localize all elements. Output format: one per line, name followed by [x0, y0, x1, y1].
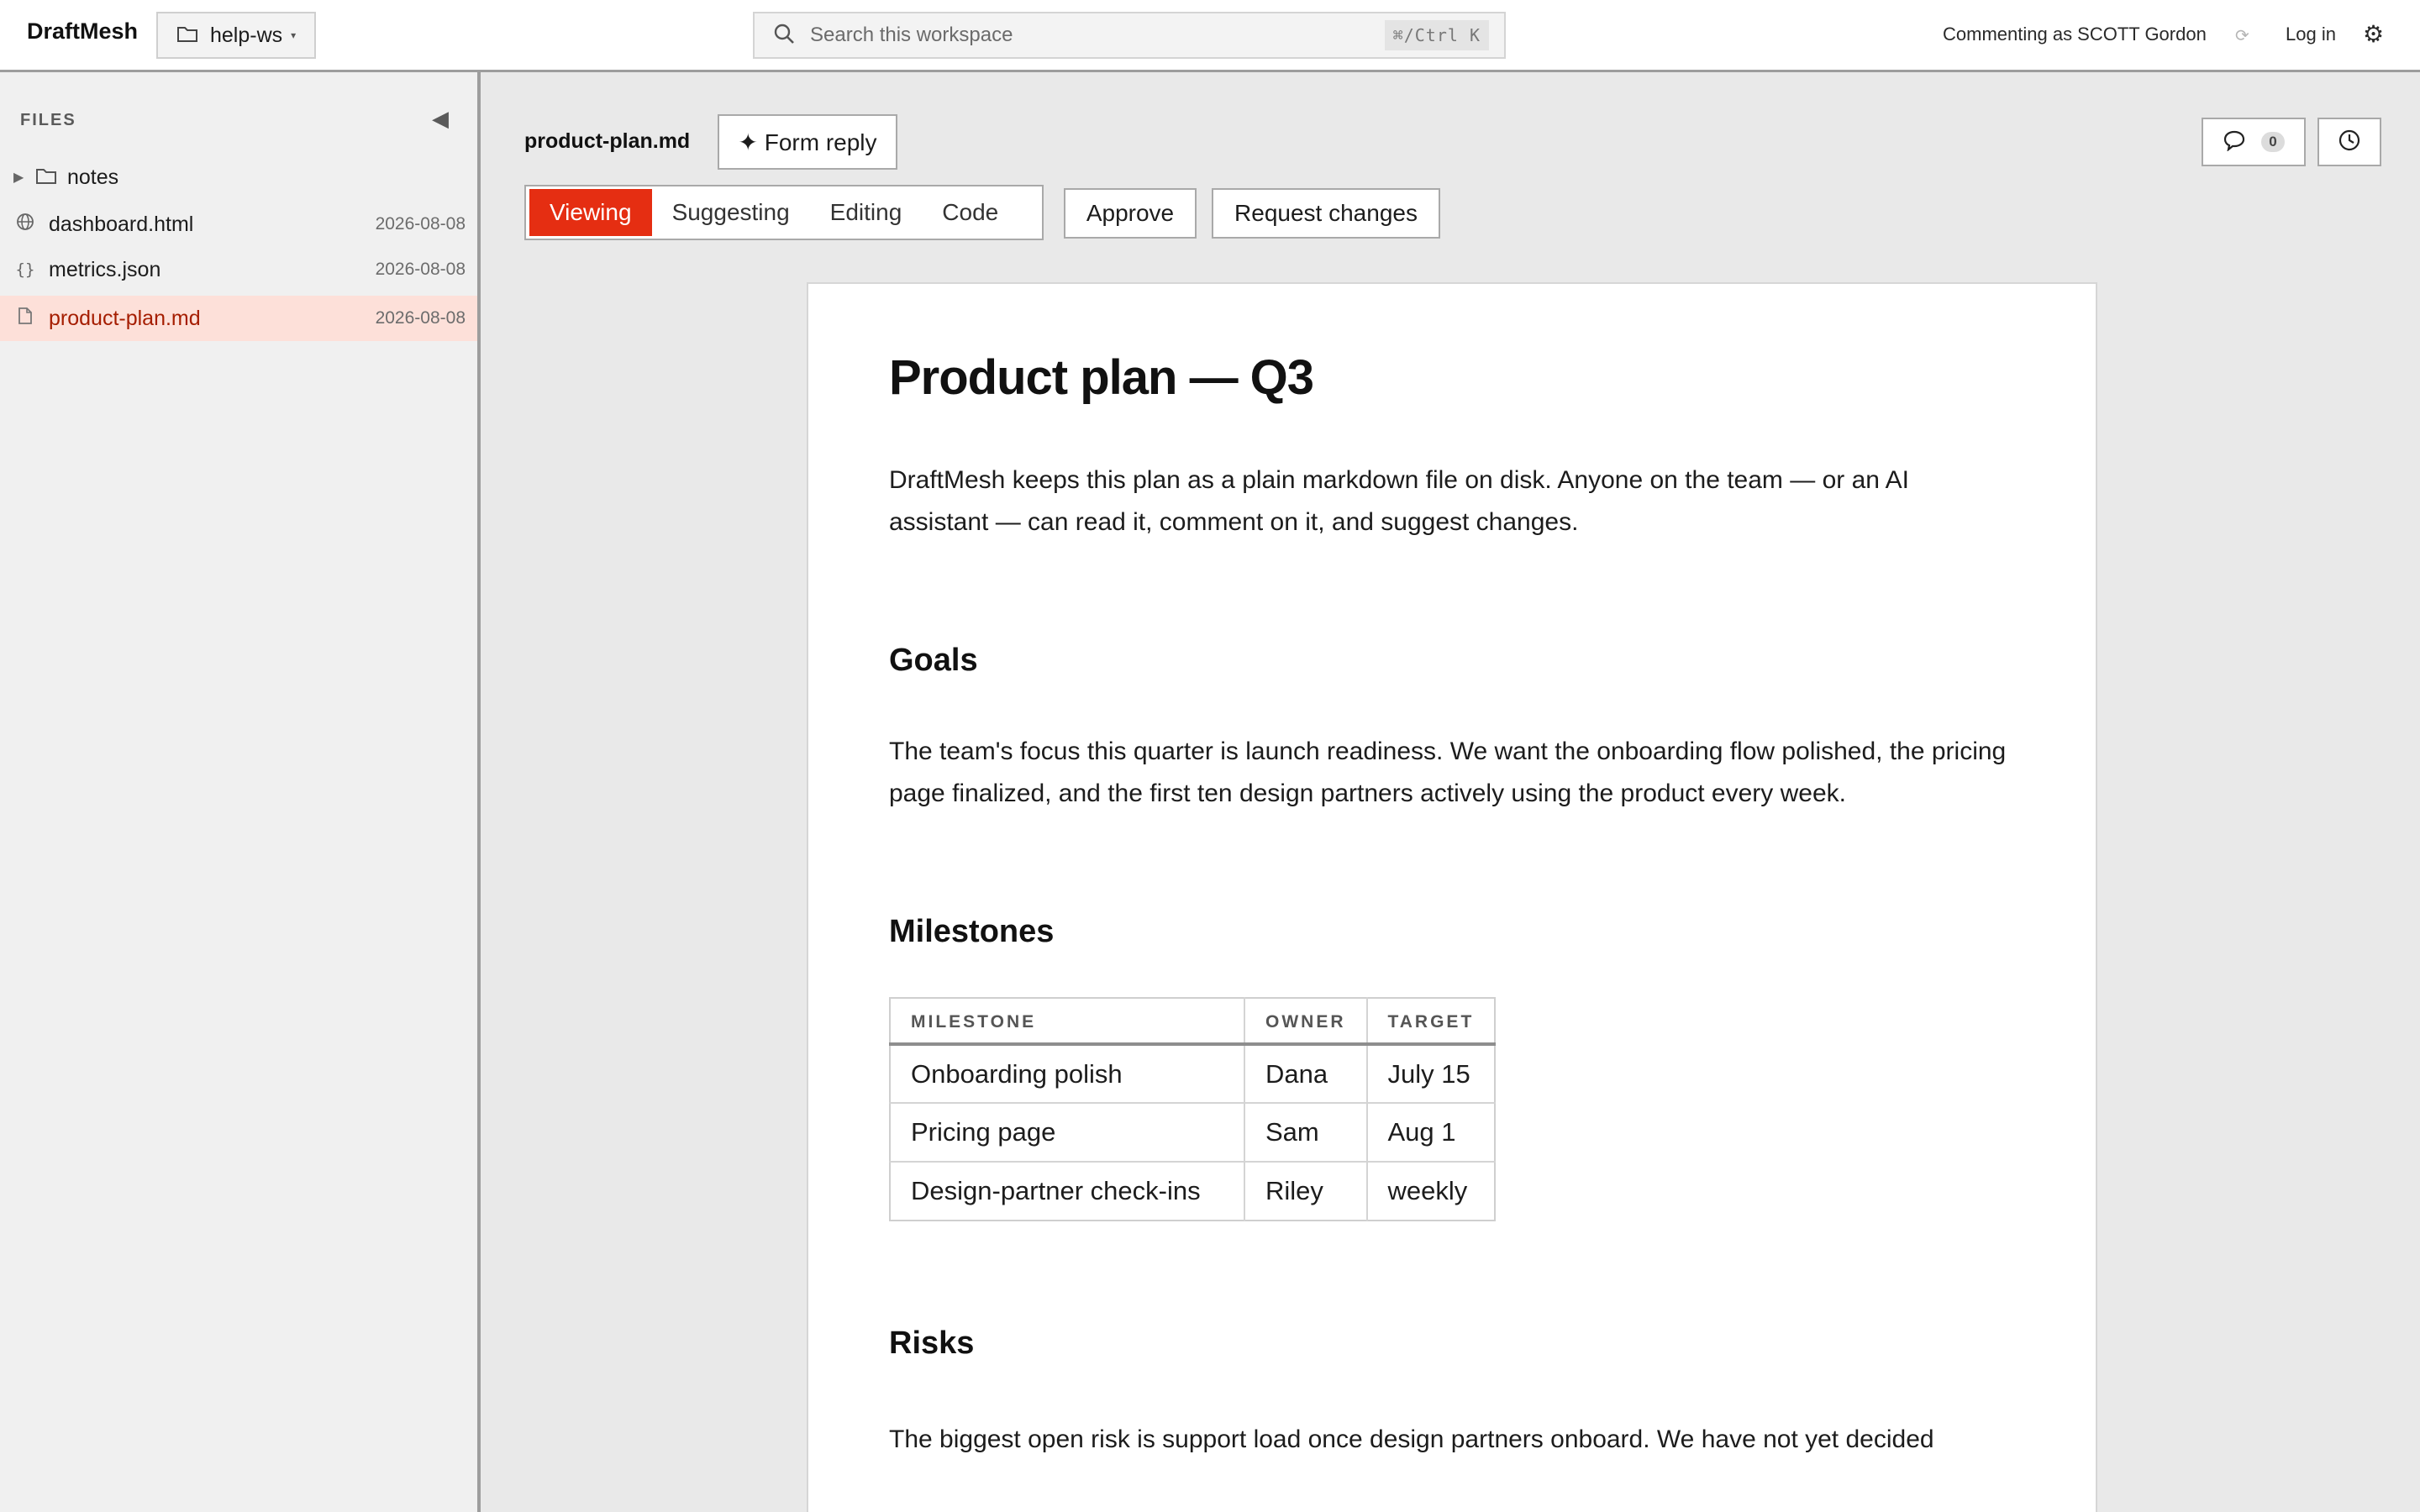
column-header: TARGET — [1366, 998, 1496, 1046]
chevron-down-icon: ▾ — [291, 29, 297, 41]
goals-paragraph: The team's focus this quarter is launch … — [889, 738, 2007, 807]
mode-switcher: Viewing Suggesting Editing Code — [524, 185, 1044, 240]
sidebar-item-product-plan[interactable]: product-plan.md 2026-08-08 — [0, 296, 477, 341]
history-button[interactable] — [2317, 118, 2381, 166]
tab-viewing[interactable]: Viewing — [529, 189, 652, 236]
table-cell: Dana — [1244, 1044, 1368, 1104]
form-reply-button[interactable]: ✦ Form reply — [718, 114, 897, 170]
sidebar-item-label: dashboard.html — [49, 212, 194, 236]
comments-button[interactable]: 0 — [2202, 118, 2306, 166]
braces-icon: {} — [15, 260, 35, 279]
file-date: 2026-08-08 — [375, 214, 466, 234]
table-cell: Pricing page — [890, 1103, 1245, 1163]
folder-icon — [35, 166, 57, 189]
login-link[interactable]: Log in — [2286, 24, 2336, 45]
brand-logo[interactable]: DraftMesh — [27, 18, 138, 45]
file-date: 2026-08-08 — [375, 260, 466, 279]
sidebar-item-label: metrics.json — [49, 257, 161, 281]
files-heading: FILES — [20, 111, 76, 129]
table-row: Onboarding polish Dana July 15 — [890, 1044, 1496, 1104]
goals-heading: Goals — [889, 643, 978, 678]
sidebar-item-notes[interactable]: ▶ notes — [0, 155, 477, 200]
tab-suggesting[interactable]: Suggesting — [652, 189, 810, 236]
table-row: Pricing page Sam Aug 1 — [890, 1103, 1496, 1163]
sync-icon: ⟳ — [2235, 27, 2249, 45]
column-header: OWNER — [1244, 998, 1368, 1046]
gear-icon[interactable]: ⚙ — [2363, 20, 2384, 48]
search-input[interactable]: Search this workspace ⌘/Ctrl K — [753, 12, 1506, 59]
table-cell: Aug 1 — [1366, 1103, 1496, 1163]
file-icon — [15, 307, 35, 330]
collapse-sidebar-icon[interactable]: ◀ — [432, 106, 449, 132]
tab-editing[interactable]: Editing — [810, 189, 923, 236]
sidebar-item-dashboard[interactable]: dashboard.html 2026-08-08 — [0, 202, 477, 247]
main-pane: product-plan.md ✦ Form reply Viewing Sug… — [484, 72, 2420, 1512]
approve-button[interactable]: Approve — [1064, 188, 1197, 239]
table-row: Design-partner check-ins Riley weekly — [890, 1162, 1495, 1221]
caret-right-icon[interactable]: ▶ — [13, 169, 27, 186]
file-date: 2026-08-08 — [375, 308, 466, 328]
document-page: Product plan — Q3 DraftMesh keeps this p… — [807, 282, 2097, 1512]
table-cell: Design-partner check-ins — [890, 1162, 1245, 1221]
table-cell: July 15 — [1366, 1044, 1496, 1104]
sidebar-item-label: product-plan.md — [49, 306, 201, 330]
workspace-name: help-ws — [210, 23, 283, 47]
document-title: Product plan — Q3 — [889, 350, 1314, 405]
globe-icon — [15, 213, 35, 236]
file-sidebar: FILES ◀ ▶ notes dashboard.html 2026-08-0… — [0, 72, 481, 1512]
file-title: product-plan.md — [524, 129, 691, 153]
table-cell: Riley — [1244, 1162, 1368, 1221]
table-cell: Onboarding polish — [890, 1044, 1245, 1104]
clock-icon — [2338, 129, 2361, 156]
search-shortcut: ⌘/Ctrl K — [1384, 20, 1489, 50]
table-cell: weekly — [1387, 1176, 1468, 1205]
milestones-heading: Milestones — [889, 914, 1055, 949]
risks-heading: Risks — [889, 1326, 975, 1361]
tab-code[interactable]: Code — [922, 189, 1018, 236]
intro-paragraph: DraftMesh keeps this plan as a plain mar… — [889, 466, 1909, 536]
comment-icon — [2223, 129, 2246, 155]
table-cell: Sam — [1244, 1103, 1368, 1163]
commenting-as-label: Commenting as SCOTT Gordon — [1943, 24, 2207, 45]
comment-count-badge: 0 — [2261, 132, 2285, 152]
risks-paragraph: The biggest open risk is support load on… — [889, 1425, 1934, 1453]
search-icon — [773, 23, 795, 49]
folder-icon — [176, 24, 198, 47]
request-changes-button[interactable]: Request changes — [1212, 188, 1440, 239]
sidebar-item-metrics[interactable]: {} metrics.json 2026-08-08 — [0, 247, 477, 292]
column-header: MILESTONE — [890, 998, 1245, 1046]
workspace-switcher[interactable]: help-ws ▾ — [156, 12, 316, 59]
search-placeholder: Search this workspace — [810, 24, 1013, 46]
sidebar-item-label: notes — [67, 165, 119, 189]
top-bar: DraftMesh help-ws ▾ Search this workspac… — [0, 0, 2420, 72]
table-header-row: MILESTONE OWNER TARGET — [890, 998, 1496, 1046]
milestones-table: MILESTONE OWNER TARGET Onboarding polish… — [889, 997, 1497, 1221]
